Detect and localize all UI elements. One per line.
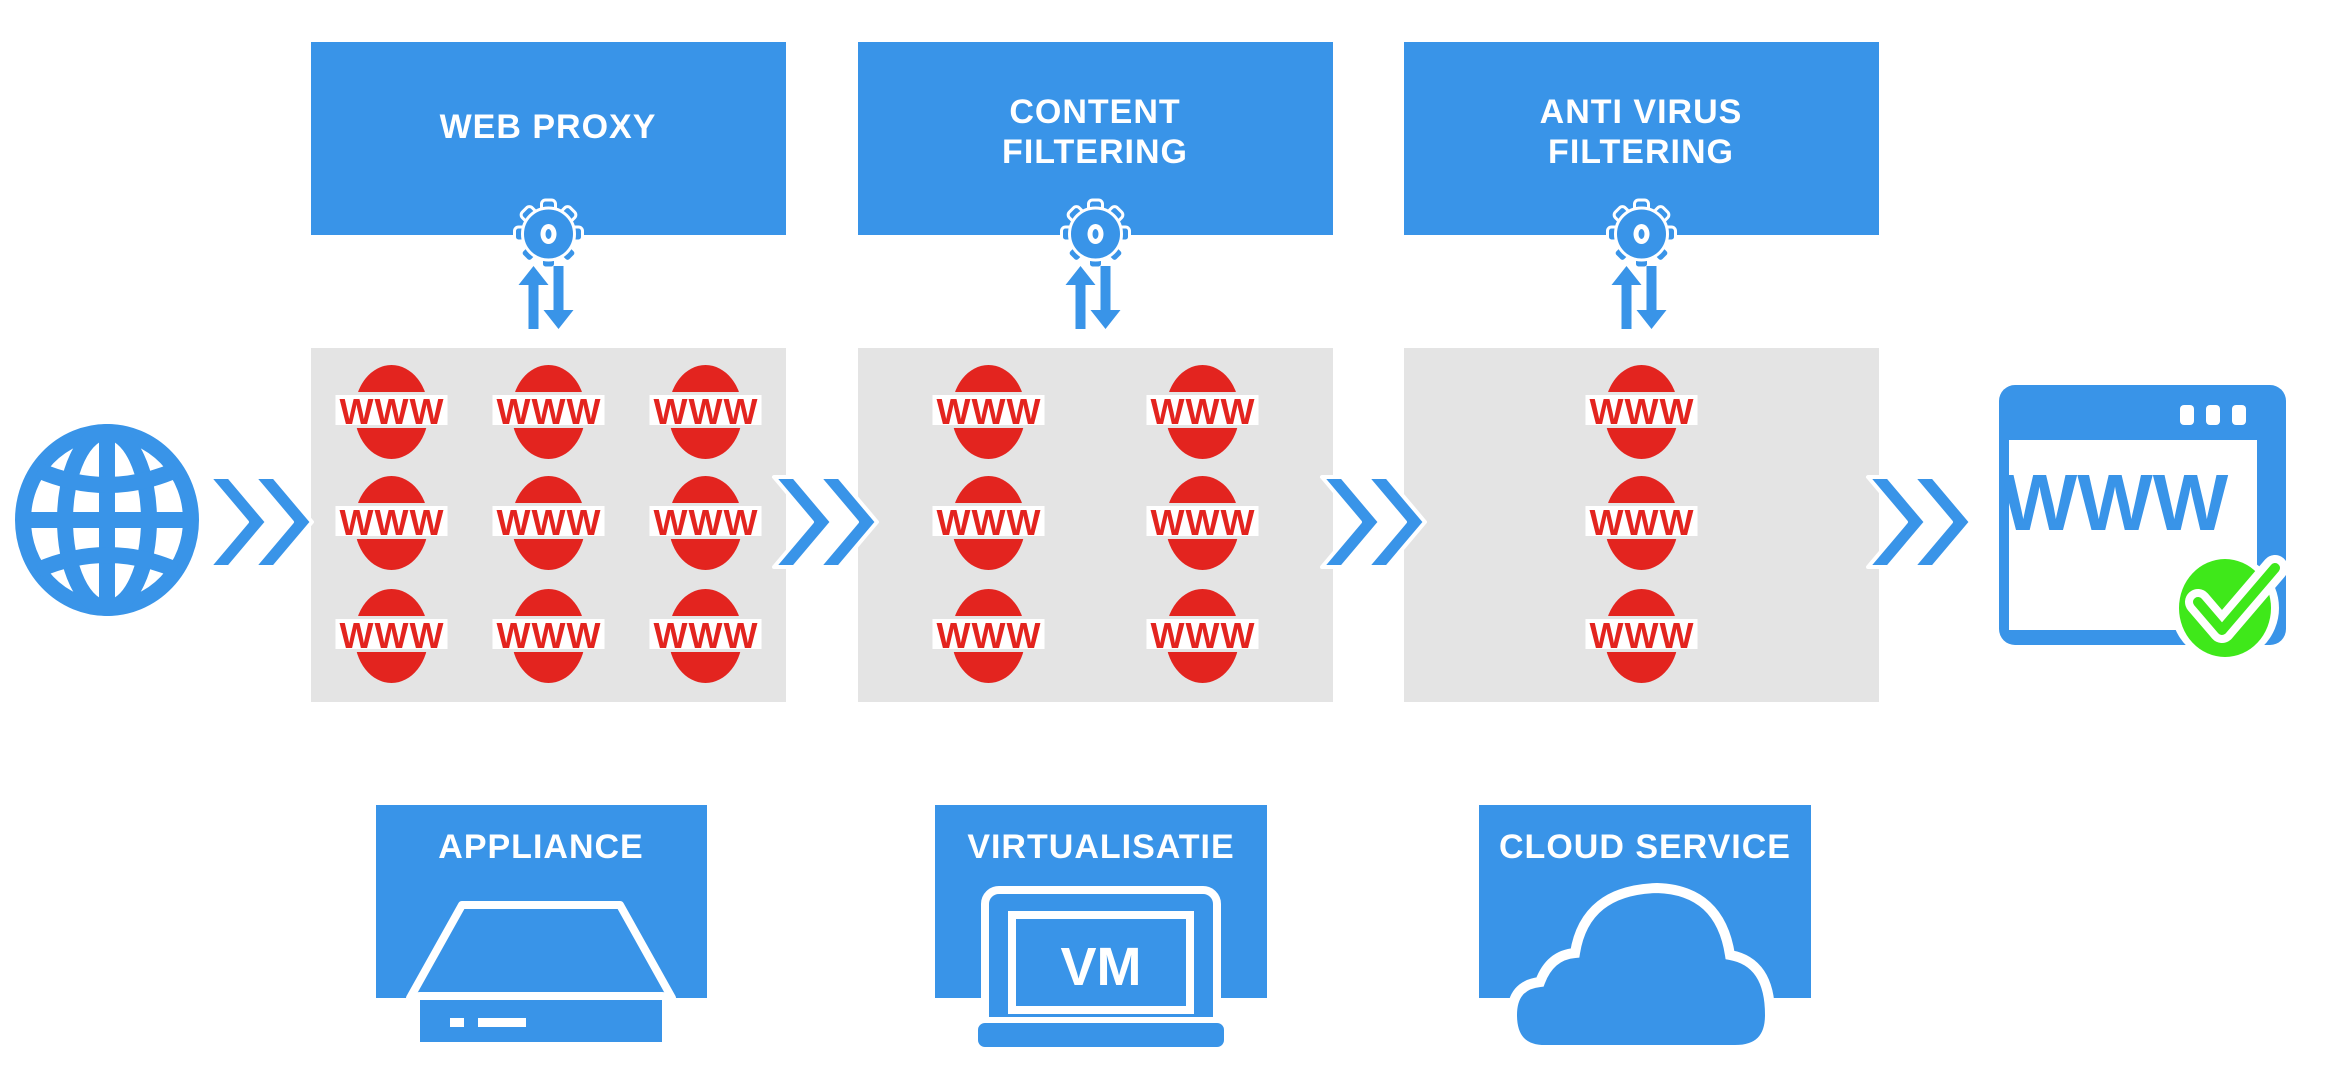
www-text: WWW (497, 502, 601, 543)
www-text: WWW (937, 502, 1041, 543)
www-text: WWW (1590, 502, 1694, 543)
gear-icon (1060, 198, 1131, 270)
stage-title-content-line1: CONTENT (1009, 93, 1180, 131)
stage-title-antivirus-line2: FILTERING (1548, 133, 1734, 171)
browser-window-icon: WWW (1999, 385, 2288, 662)
bidirectional-arrows-icon (1065, 266, 1121, 329)
www-text: WWW (1151, 615, 1255, 656)
gear-icon (1606, 198, 1677, 270)
www-text: WWW (1151, 502, 1255, 543)
www-text: WWW (340, 615, 444, 656)
www-text: WWW (1590, 391, 1694, 432)
www-text: WWW (1151, 391, 1255, 432)
www-text: WWW (497, 391, 601, 432)
www-text: WWW (937, 391, 1041, 432)
bidirectional-arrows-icon (1611, 266, 1667, 329)
vm-label: VM (1061, 937, 1142, 997)
www-text: WWW (654, 615, 758, 656)
stage-title-antivirus-line1: ANTI VIRUS (1540, 93, 1743, 131)
bidirectional-arrows-icon (518, 266, 574, 329)
www-text: WWW (340, 391, 444, 432)
chevron-right-icon (207, 475, 314, 569)
www-text: WWW (937, 615, 1041, 656)
stage-title-content-line2: FILTERING (1002, 133, 1188, 171)
deployment-label-appliance: APPLIANCE (438, 828, 643, 866)
diagram: WWW WWW WWW WWW WWW WWW WWW WWW WWW WWW WWW WWW WWW W… (15, 42, 2288, 1055)
check-icon (2171, 554, 2288, 662)
laptop-vm-icon: VM (972, 886, 1230, 1053)
chevron-right-icon (1866, 475, 1973, 569)
appliance-icon (406, 901, 676, 1050)
browser-www-text: WWW (2002, 458, 2229, 547)
deployment-label-virtualisatie: VIRTUALISATIE (967, 828, 1234, 866)
stage-content-box (858, 348, 1333, 702)
www-text: WWW (497, 615, 601, 656)
globe-icon (15, 424, 199, 616)
deployment-label-cloud: CLOUD SERVICE (1499, 828, 1791, 866)
stage-title-web-proxy: WEB PROXY (440, 108, 657, 146)
gear-icon (513, 198, 584, 270)
www-text: WWW (654, 502, 758, 543)
www-text: WWW (1590, 615, 1694, 656)
www-text: WWW (340, 502, 444, 543)
www-text: WWW (654, 391, 758, 432)
